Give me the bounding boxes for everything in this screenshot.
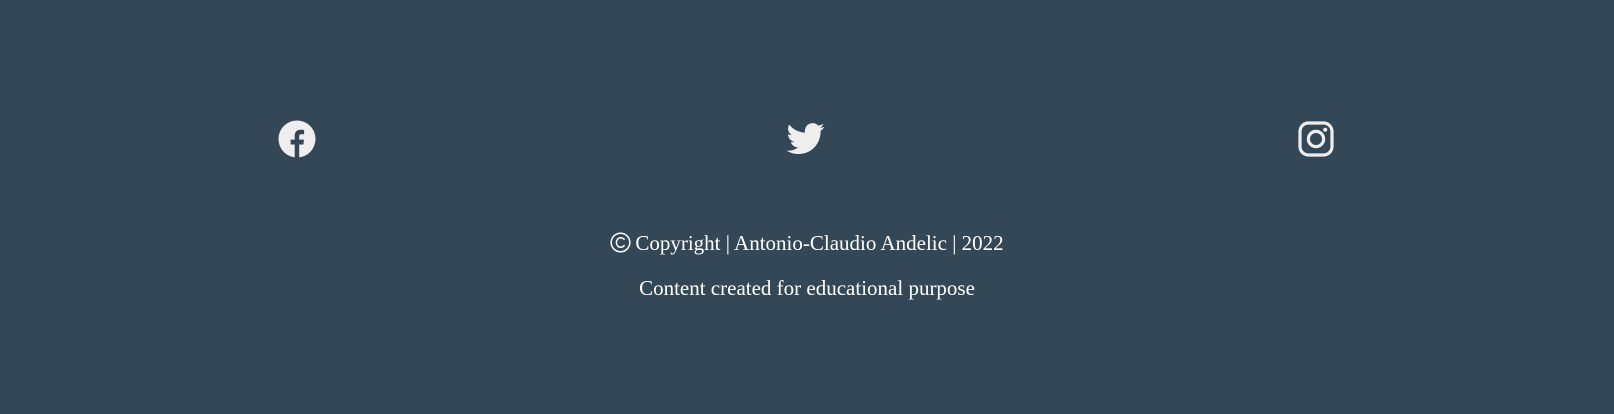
- twitter-link[interactable]: [786, 119, 826, 159]
- copyright-icon: [610, 232, 631, 253]
- twitter-icon: [787, 123, 825, 155]
- facebook-icon: [278, 120, 316, 158]
- instagram-icon: [1298, 121, 1334, 157]
- social-links: [0, 119, 1614, 159]
- educational-purpose-text: Content created for educational purpose: [639, 276, 975, 300]
- copyright-text: Copyright | Antonio-Claudio Andelic | 20…: [635, 231, 1004, 255]
- instagram-link[interactable]: [1296, 119, 1336, 159]
- page-footer: Copyright | Antonio-Claudio Andelic | 20…: [0, 0, 1614, 414]
- copyright-line: Copyright | Antonio-Claudio Andelic | 20…: [0, 229, 1614, 257]
- facebook-link[interactable]: [277, 119, 317, 159]
